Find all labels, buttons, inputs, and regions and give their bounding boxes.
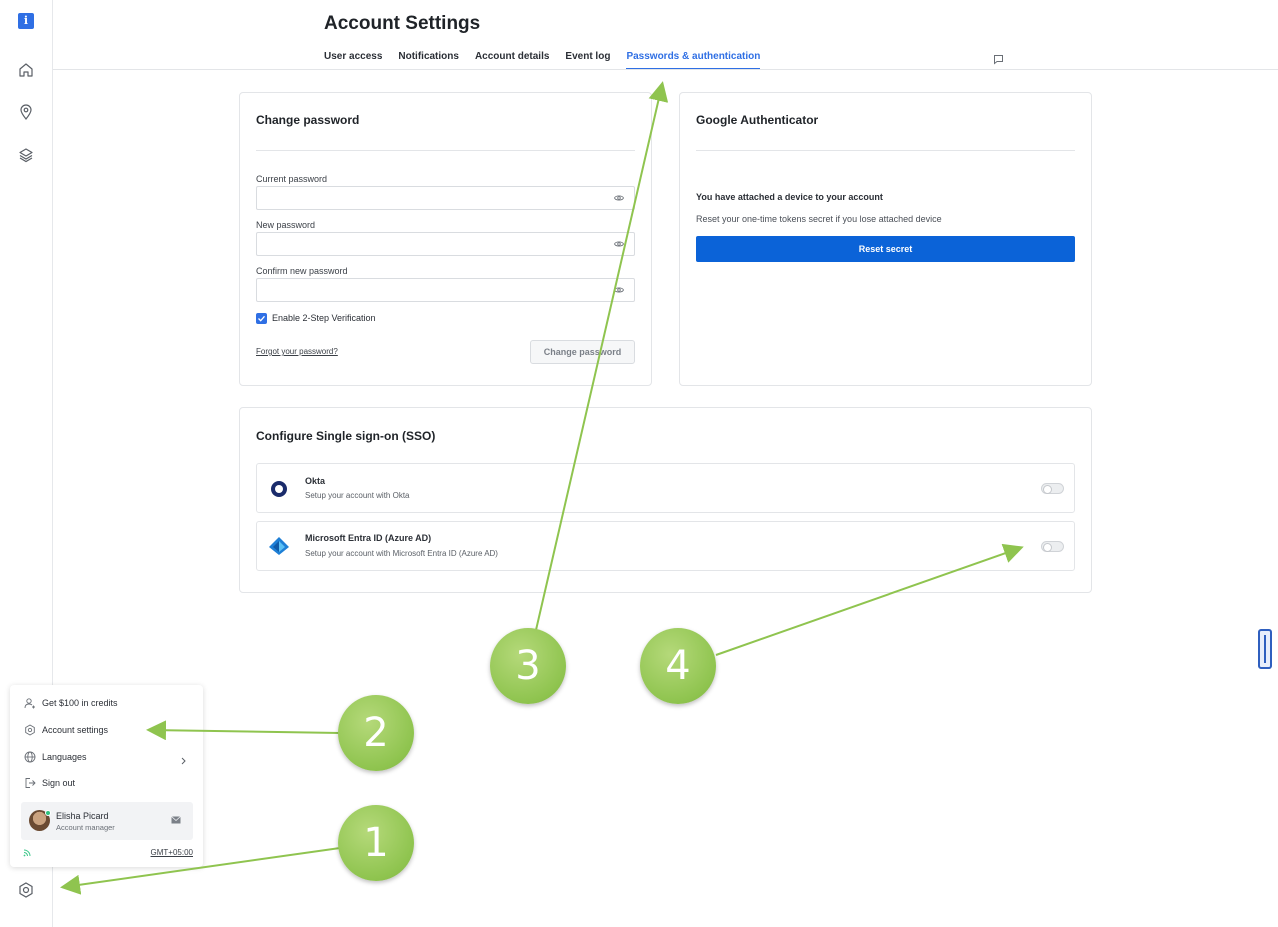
menu-item-label: Account settings <box>42 725 109 735</box>
chat-icon[interactable] <box>993 52 1004 65</box>
show-password-icon[interactable] <box>614 240 624 248</box>
sso-item-azure: Microsoft Entra ID (Azure AD) Setup your… <box>256 521 1075 571</box>
timezone-link[interactable]: GMT+05:00 <box>151 848 193 857</box>
menu-item-get-credits[interactable]: Get $100 in credits <box>24 695 118 711</box>
add-user-icon <box>24 698 35 709</box>
layers-icon[interactable] <box>17 146 35 164</box>
confirm-password-label: Confirm new password <box>256 266 348 276</box>
scroll-handle[interactable] <box>1258 629 1272 669</box>
header-divider <box>53 69 1278 70</box>
show-password-icon[interactable] <box>614 286 624 294</box>
menu-item-sign-out[interactable]: Sign out <box>24 775 75 791</box>
two-step-label: Enable 2-Step Verification <box>272 313 376 323</box>
current-password-label: Current password <box>256 174 328 184</box>
okta-toggle[interactable] <box>1041 483 1064 494</box>
google-authenticator-title: Google Authenticator <box>696 113 819 127</box>
two-step-checkbox[interactable] <box>256 313 267 324</box>
chevron-right-icon <box>181 757 186 765</box>
new-password-label: New password <box>256 220 316 230</box>
okta-logo-icon <box>271 481 287 497</box>
tab-event-log[interactable]: Event log <box>565 51 610 69</box>
azure-logo-icon <box>269 537 289 555</box>
forgot-password-link[interactable]: Forgot your password? <box>256 347 338 356</box>
reset-secret-hint: Reset your one-time tokens secret if you… <box>696 214 942 224</box>
user-name: Elisha Picard <box>56 811 109 821</box>
menu-item-label: Get $100 in credits <box>42 698 118 708</box>
annotation-badge-1: 1 <box>338 805 414 881</box>
tab-account-details[interactable]: Account details <box>475 51 549 69</box>
home-icon[interactable] <box>17 61 35 79</box>
annotation-badge-3: 3 <box>490 628 566 704</box>
new-password-input[interactable] <box>256 232 635 256</box>
menu-item-languages[interactable]: Languages <box>24 749 87 765</box>
tab-passwords-authentication[interactable]: Passwords & authentication <box>626 51 761 69</box>
settings-tabs: User access Notifications Account detail… <box>324 51 776 69</box>
sso-provider-description: Setup your account with Microsoft Entra … <box>305 549 498 558</box>
user-role: Account manager <box>56 823 115 832</box>
device-attached-status: You have attached a device to your accou… <box>696 192 883 202</box>
change-password-button[interactable]: Change password <box>530 340 635 364</box>
app-logo[interactable]: i <box>18 13 34 29</box>
gear-icon[interactable] <box>17 881 35 899</box>
gear-icon <box>25 724 35 736</box>
menu-item-label: Sign out <box>42 778 76 788</box>
annotation-badge-4: 4 <box>640 628 716 704</box>
sso-item-okta: Okta Setup your account with Okta <box>256 463 1075 513</box>
sign-out-icon <box>25 778 36 788</box>
sso-provider-name: Okta <box>305 476 326 486</box>
annotation-badge-2: 2 <box>338 695 414 771</box>
reset-secret-button[interactable]: Reset secret <box>696 236 1075 262</box>
menu-item-account-settings[interactable]: Account settings <box>24 722 108 738</box>
user-menu-popup: Get $100 in credits Account settings Lan… <box>10 685 203 867</box>
google-authenticator-divider <box>696 150 1075 151</box>
confirm-password-input[interactable] <box>256 278 635 302</box>
show-password-icon[interactable] <box>614 194 624 202</box>
page-title: Account Settings <box>324 13 481 34</box>
sso-provider-name: Microsoft Entra ID (Azure AD) <box>305 533 432 543</box>
azure-toggle[interactable] <box>1041 541 1064 552</box>
sso-provider-description: Setup your account with Okta <box>305 491 410 500</box>
sso-title: Configure Single sign-on (SSO) <box>256 429 436 443</box>
change-password-title: Change password <box>256 113 360 127</box>
globe-icon <box>24 751 36 763</box>
menu-item-label: Languages <box>42 752 87 762</box>
user-card[interactable]: Elisha Picard Account manager <box>21 802 193 840</box>
online-status-dot <box>45 810 51 816</box>
rss-feed-icon[interactable] <box>23 848 32 857</box>
change-password-divider <box>256 150 635 151</box>
tab-user-access[interactable]: User access <box>324 51 382 69</box>
location-pin-icon[interactable] <box>17 103 35 121</box>
tab-notifications[interactable]: Notifications <box>398 51 459 69</box>
current-password-input[interactable] <box>256 186 635 210</box>
checkmark-icon <box>258 315 265 322</box>
mail-icon[interactable] <box>171 816 181 824</box>
